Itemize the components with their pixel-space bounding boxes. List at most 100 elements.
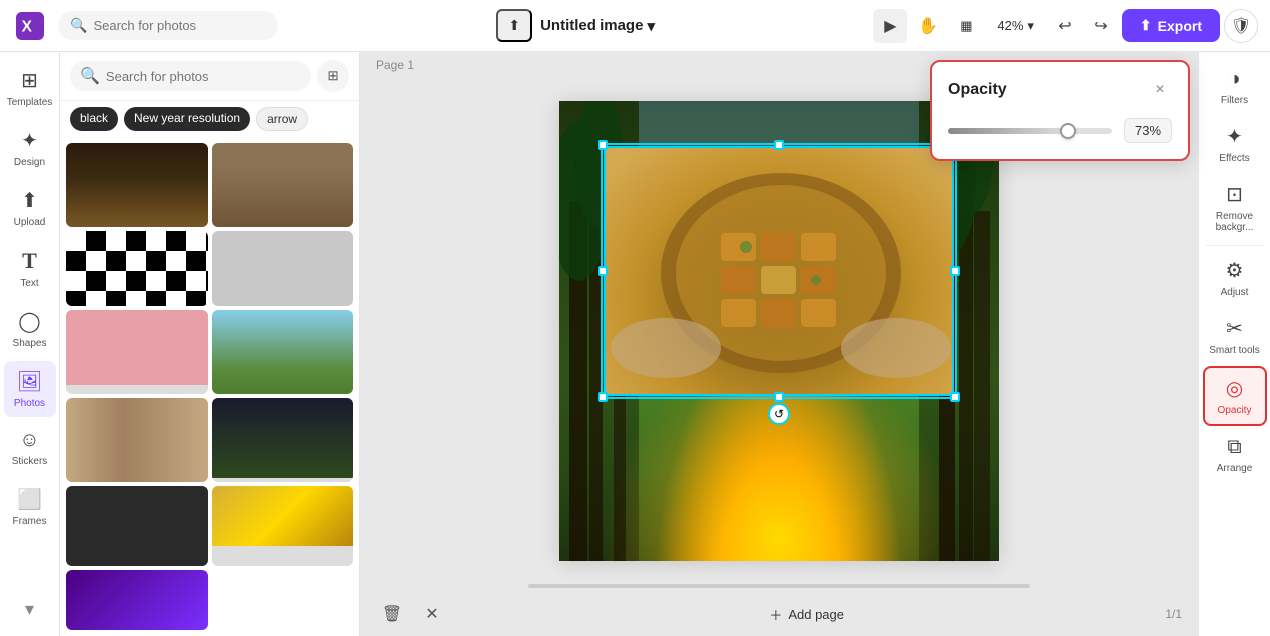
sidebar-more-button[interactable]: ▾ (21, 591, 38, 628)
list-item[interactable] (212, 310, 354, 394)
sidebar-item-design[interactable]: ✦ Design (4, 120, 56, 176)
opacity-panel: Opacity × 73% (930, 60, 1190, 161)
logo[interactable]: X (12, 8, 48, 44)
photos-icon: 🖼 (17, 369, 42, 394)
food-image-inner (606, 148, 952, 394)
opacity-slider[interactable] (948, 128, 1112, 134)
text-icon: T (22, 248, 37, 274)
upload-icon: ⬆ (508, 17, 520, 34)
list-item[interactable] (66, 310, 208, 394)
panel-search-input[interactable] (106, 69, 301, 84)
canvas-element[interactable]: ↺ (559, 101, 999, 561)
remove-bg-icon: ⊡ (1226, 182, 1243, 207)
doc-title-text: Untitled image (540, 17, 643, 34)
effects-label: Effects (1219, 153, 1249, 164)
export-icon: ⬆ (1140, 17, 1152, 34)
tag-row: black New year resolution arrow (60, 101, 359, 137)
opacity-value[interactable]: 73% (1124, 118, 1172, 143)
filters-label: Filters (1221, 95, 1248, 106)
search-icon: 🔍 (70, 17, 87, 34)
sidebar-divider (1206, 245, 1263, 246)
redo-button[interactable]: ↪ (1084, 9, 1118, 43)
page-count: 1/1 (1165, 607, 1182, 621)
arrange-label: Arrange (1217, 463, 1253, 474)
opacity-close-button[interactable]: × (1148, 78, 1172, 102)
header-tools: ▶ ✋ ▦ 42% ▾ ↩ ↪ ⬆ Export 🛡 (873, 9, 1258, 43)
opacity-title: Opacity (948, 81, 1007, 99)
design-label: Design (14, 157, 45, 168)
sidebar-item-frames[interactable]: ⬜ Frames (4, 479, 56, 535)
panel-search-icon: 🔍 (80, 66, 100, 86)
select-tool-button[interactable]: ▶ (873, 9, 907, 43)
rs-item-opacity[interactable]: ◎ Opacity (1203, 366, 1267, 426)
tag-new-year[interactable]: New year resolution (124, 107, 250, 131)
shield-button[interactable]: 🛡 (1224, 9, 1258, 43)
frames-icon: ⬜ (17, 487, 42, 512)
zoom-chevron-icon: ▾ (1027, 18, 1034, 34)
undo-icon: ↩ (1058, 16, 1071, 36)
canvas-bottom: 🗑 ✕ ＋ Add page 1/1 (360, 592, 1198, 636)
sidebar-item-text[interactable]: T Text (4, 240, 56, 297)
list-item[interactable] (66, 231, 208, 306)
shapes-label: Shapes (13, 338, 47, 349)
zoom-level-button[interactable]: 42% ▾ (987, 12, 1044, 40)
list-item[interactable] (66, 143, 208, 227)
close-icon: × (1155, 81, 1164, 99)
adjust-icon: ⚙ (1226, 258, 1244, 283)
delete-button[interactable]: ✕ (416, 598, 448, 630)
sidebar-item-photos[interactable]: 🖼 Photos (4, 361, 56, 417)
sidebar-item-upload[interactable]: ⬆ Upload (4, 180, 56, 236)
header: X 🔍 ⬆ Untitled image ▾ ▶ ✋ ▦ 42% ▾ ↩ (0, 0, 1270, 52)
opacity-icon: ◎ (1226, 376, 1243, 401)
undo-redo-group: ↩ ↪ (1048, 9, 1118, 43)
panel-search-bar[interactable]: 🔍 (70, 61, 311, 91)
rs-item-arrange[interactable]: ⧉ Arrange (1203, 428, 1267, 482)
list-item[interactable] (212, 398, 354, 482)
search-input[interactable] (93, 18, 266, 33)
frames-label: Frames (13, 516, 47, 527)
list-item[interactable] (212, 231, 354, 306)
photo-panel: 🔍 ⊞ black New year resolution arrow (60, 52, 360, 636)
opacity-label: Opacity (1218, 405, 1252, 416)
tag-black[interactable]: black (70, 107, 118, 131)
sidebar-item-shapes[interactable]: ◯ Shapes (4, 301, 56, 357)
horizontal-scrollbar[interactable] (528, 584, 1031, 588)
select-icon: ▶ (884, 16, 896, 36)
trash-button[interactable]: 🗑 (376, 598, 408, 630)
opacity-control: 73% (948, 118, 1172, 143)
zoom-level-text: 42% (997, 18, 1023, 33)
sidebar-item-stickers[interactable]: ☺ Stickers (4, 421, 56, 475)
rs-item-effects[interactable]: ✦ Effects (1203, 116, 1267, 172)
rs-item-remove-bg[interactable]: ⊡ Remove backgr... (1203, 174, 1267, 241)
rs-item-filters[interactable]: ◑ Filters (1203, 60, 1267, 114)
templates-label: Templates (7, 97, 53, 108)
sidebar-item-templates[interactable]: ⊞ Templates (4, 60, 56, 116)
rs-item-smart-tools[interactable]: ✂ Smart tools (1203, 308, 1267, 364)
export-button[interactable]: ⬆ Export (1122, 9, 1220, 42)
text-label: Text (20, 278, 38, 289)
opacity-slider-thumb[interactable] (1060, 123, 1076, 139)
list-item[interactable] (212, 143, 354, 227)
panel-filter-button[interactable]: ⊞ (317, 60, 349, 92)
stickers-label: Stickers (12, 456, 48, 467)
list-item[interactable] (66, 486, 208, 566)
food-image-overlay[interactable] (604, 146, 954, 396)
upload-label: Upload (14, 217, 46, 228)
add-page-button[interactable]: ＋ Add page (757, 599, 856, 630)
hand-icon: ✋ (918, 16, 938, 36)
zoom-button[interactable]: ▦ (949, 9, 983, 43)
header-center: ⬆ Untitled image ▾ (288, 9, 863, 42)
tag-arrow[interactable]: arrow (256, 107, 308, 131)
more-icon: ▾ (25, 599, 34, 620)
doc-title[interactable]: Untitled image ▾ (540, 17, 655, 35)
undo-button[interactable]: ↩ (1048, 9, 1082, 43)
list-item[interactable] (66, 398, 208, 482)
hand-tool-button[interactable]: ✋ (911, 9, 945, 43)
list-item[interactable] (212, 486, 354, 566)
right-sidebar: ◑ Filters ✦ Effects ⊡ Remove backgr... ⚙… (1198, 52, 1270, 636)
upload-icon-sb: ⬆ (21, 188, 38, 213)
search-bar[interactable]: 🔍 (58, 11, 278, 40)
rs-item-adjust[interactable]: ⚙ Adjust (1203, 250, 1267, 306)
list-item[interactable] (66, 570, 208, 630)
upload-button[interactable]: ⬆ (496, 9, 532, 42)
